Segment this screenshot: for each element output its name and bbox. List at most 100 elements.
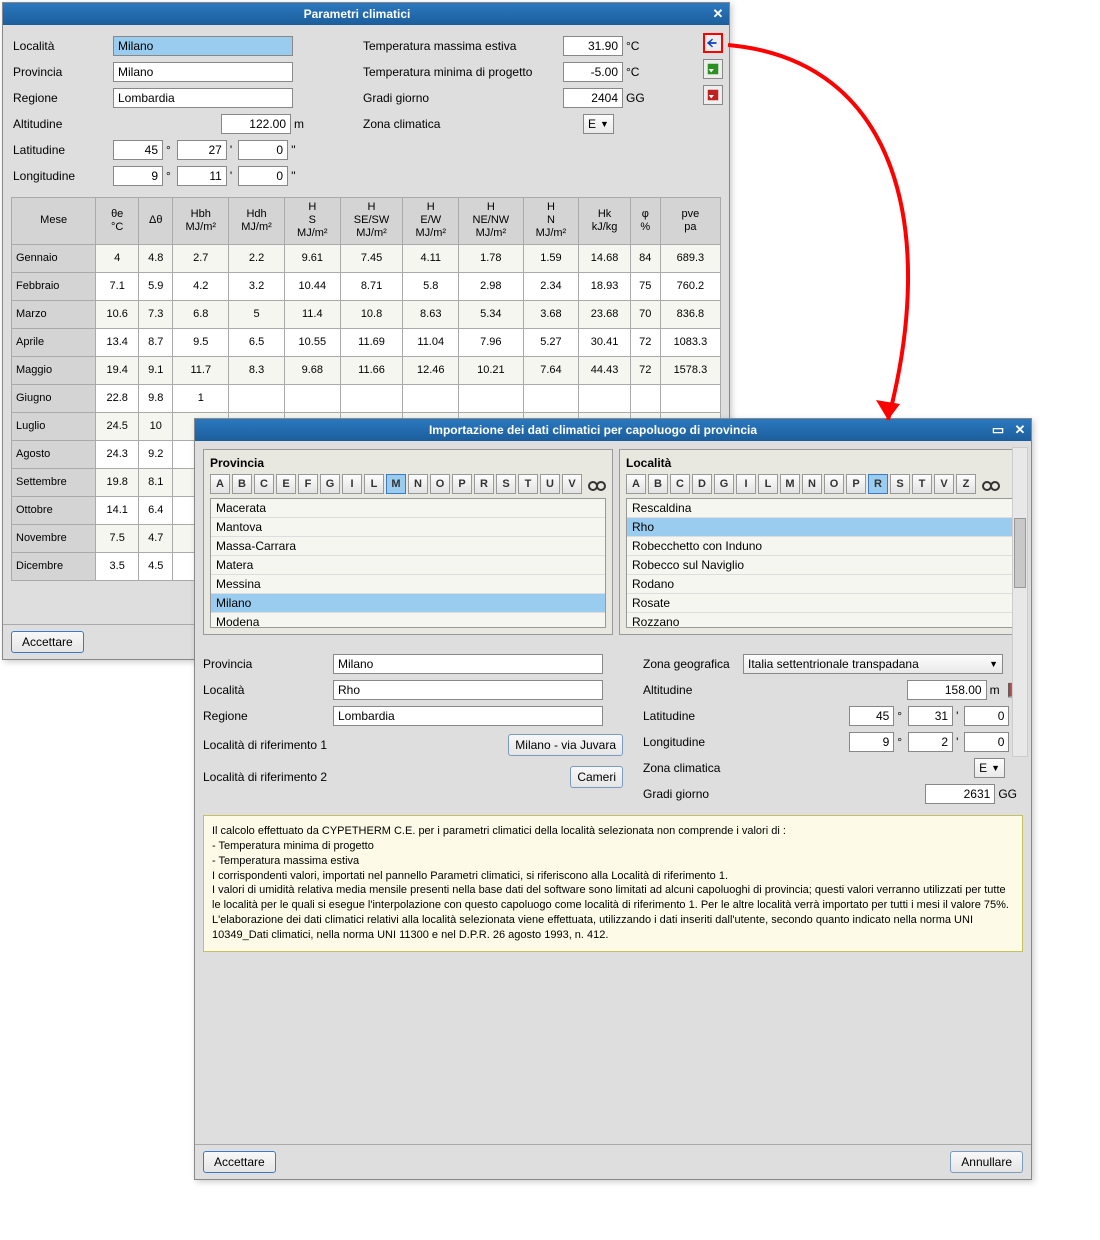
- letter-filter-M[interactable]: M: [386, 474, 406, 494]
- letter-filter-D[interactable]: D: [692, 474, 712, 494]
- input2-lon-min[interactable]: [908, 732, 953, 752]
- input-lon-sec[interactable]: [238, 166, 288, 186]
- letter-filter-C[interactable]: C: [254, 474, 274, 494]
- input2-lat-deg[interactable]: [849, 706, 894, 726]
- letter-filter-B[interactable]: B: [648, 474, 668, 494]
- button-rif1[interactable]: Milano - via Juvara: [508, 734, 623, 756]
- list-item[interactable]: Rozzano: [627, 613, 1015, 628]
- scrollbar-thumb[interactable]: [1014, 518, 1026, 588]
- list-item[interactable]: Rosate: [627, 594, 1015, 613]
- letter-filter-T[interactable]: T: [518, 474, 538, 494]
- letter-filter-S[interactable]: S: [496, 474, 516, 494]
- letter-filter-P[interactable]: P: [846, 474, 866, 494]
- letter-filter-I[interactable]: I: [342, 474, 362, 494]
- list-item[interactable]: Matera: [211, 556, 605, 575]
- letter-filter-O[interactable]: O: [824, 474, 844, 494]
- letter-filter-T[interactable]: T: [912, 474, 932, 494]
- list-item[interactable]: Messina: [211, 575, 605, 594]
- input2-lat-min[interactable]: [908, 706, 953, 726]
- input-temp-min[interactable]: [563, 62, 623, 82]
- input2-provincia[interactable]: [333, 654, 603, 674]
- input-gradi[interactable]: [563, 88, 623, 108]
- listbox-provincia[interactable]: MacerataMantovaMassa-CarraraMateraMessin…: [210, 498, 606, 628]
- scrollbar[interactable]: [1012, 447, 1028, 757]
- list-item[interactable]: Milano: [211, 594, 605, 613]
- import-arrow-button[interactable]: [703, 33, 723, 53]
- letter-filter-A[interactable]: A: [210, 474, 230, 494]
- label-rif1: Località di riferimento 1: [203, 738, 413, 752]
- accettare-button-1[interactable]: Accettare: [11, 631, 84, 653]
- letter-filter-G[interactable]: G: [320, 474, 340, 494]
- listbox-localita[interactable]: RescaldinaRhoRobecchetto con IndunoRobec…: [626, 498, 1016, 628]
- letter-filter-M[interactable]: M: [780, 474, 800, 494]
- letter-filter-Z[interactable]: Z: [956, 474, 976, 494]
- letter-filter-R[interactable]: R: [868, 474, 888, 494]
- letter-filter-P[interactable]: P: [452, 474, 472, 494]
- input-regione[interactable]: [113, 88, 293, 108]
- close-icon[interactable]: ✕: [707, 3, 729, 25]
- list-item[interactable]: Rho: [627, 518, 1015, 537]
- letter-filter-V[interactable]: V: [562, 474, 582, 494]
- input2-localita[interactable]: [333, 680, 603, 700]
- input2-lon-sec[interactable]: [964, 732, 1009, 752]
- input-lat-deg[interactable]: [113, 140, 163, 160]
- label2-zona: Zona climatica: [643, 761, 743, 775]
- input-provincia[interactable]: [113, 62, 293, 82]
- table-header: HSMJ/m²: [284, 198, 340, 245]
- binoculars-icon[interactable]: [588, 476, 606, 492]
- letter-filter-I[interactable]: I: [736, 474, 756, 494]
- select-zona[interactable]: E▼: [583, 114, 614, 134]
- select2-zona[interactable]: E▼: [974, 758, 1005, 778]
- input-temp-max[interactable]: [563, 36, 623, 56]
- list-item[interactable]: Robecchetto con Induno: [627, 537, 1015, 556]
- letter-filter-L[interactable]: L: [758, 474, 778, 494]
- list-item[interactable]: Massa-Carrara: [211, 537, 605, 556]
- label2-gradi: Gradi giorno: [643, 787, 743, 801]
- letter-filter-S[interactable]: S: [890, 474, 910, 494]
- label-zona: Zona climatica: [363, 117, 563, 131]
- letter-filter-R[interactable]: R: [474, 474, 494, 494]
- letter-filter-L[interactable]: L: [364, 474, 384, 494]
- letter-filter-N[interactable]: N: [802, 474, 822, 494]
- input2-lat-sec[interactable]: [964, 706, 1009, 726]
- list-item[interactable]: Mantova: [211, 518, 605, 537]
- close-icon-2[interactable]: ✕: [1009, 419, 1031, 441]
- input-localita[interactable]: [113, 36, 293, 56]
- list-item[interactable]: Robecco sul Naviglio: [627, 556, 1015, 575]
- input-lon-deg[interactable]: [113, 166, 163, 186]
- input2-gradi[interactable]: [925, 784, 995, 804]
- letter-filter-A[interactable]: A: [626, 474, 646, 494]
- input-lat-sec[interactable]: [238, 140, 288, 160]
- annullare-button[interactable]: Annullare: [950, 1151, 1023, 1173]
- letter-filter-U[interactable]: U: [540, 474, 560, 494]
- accettare-button-2[interactable]: Accettare: [203, 1151, 276, 1173]
- input2-lon-deg[interactable]: [849, 732, 894, 752]
- input2-altitudine[interactable]: [907, 680, 987, 700]
- letter-filter-B[interactable]: B: [232, 474, 252, 494]
- input-lon-min[interactable]: [177, 166, 227, 186]
- input-altitudine[interactable]: [221, 114, 291, 134]
- save-green-button[interactable]: [703, 59, 723, 79]
- select-zona-geo[interactable]: Italia settentrionale transpadana▼: [743, 654, 1003, 674]
- list-item[interactable]: Rodano: [627, 575, 1015, 594]
- save-red-button[interactable]: [703, 85, 723, 105]
- titlebar-2: Importazione dei dati climatici per capo…: [195, 419, 1031, 441]
- label-temp-max: Temperatura massima estiva: [363, 39, 563, 53]
- letter-filter-E[interactable]: E: [276, 474, 296, 494]
- maximize-icon[interactable]: ▭: [987, 419, 1009, 441]
- list-item[interactable]: Rescaldina: [627, 499, 1015, 518]
- letter-filter-F[interactable]: F: [298, 474, 318, 494]
- letter-filter-O[interactable]: O: [430, 474, 450, 494]
- binoculars-icon[interactable]: [982, 476, 1000, 492]
- input-lat-min[interactable]: [177, 140, 227, 160]
- letter-filter-C[interactable]: C: [670, 474, 690, 494]
- input2-regione[interactable]: [333, 706, 603, 726]
- list-item[interactable]: Macerata: [211, 499, 605, 518]
- label2-altitudine: Altitudine: [643, 683, 743, 697]
- table-header: HNE/NWMJ/m²: [459, 198, 523, 245]
- letter-filter-N[interactable]: N: [408, 474, 428, 494]
- button-rif2[interactable]: Cameri: [570, 766, 623, 788]
- letter-filter-G[interactable]: G: [714, 474, 734, 494]
- letter-filter-V[interactable]: V: [934, 474, 954, 494]
- list-item[interactable]: Modena: [211, 613, 605, 628]
